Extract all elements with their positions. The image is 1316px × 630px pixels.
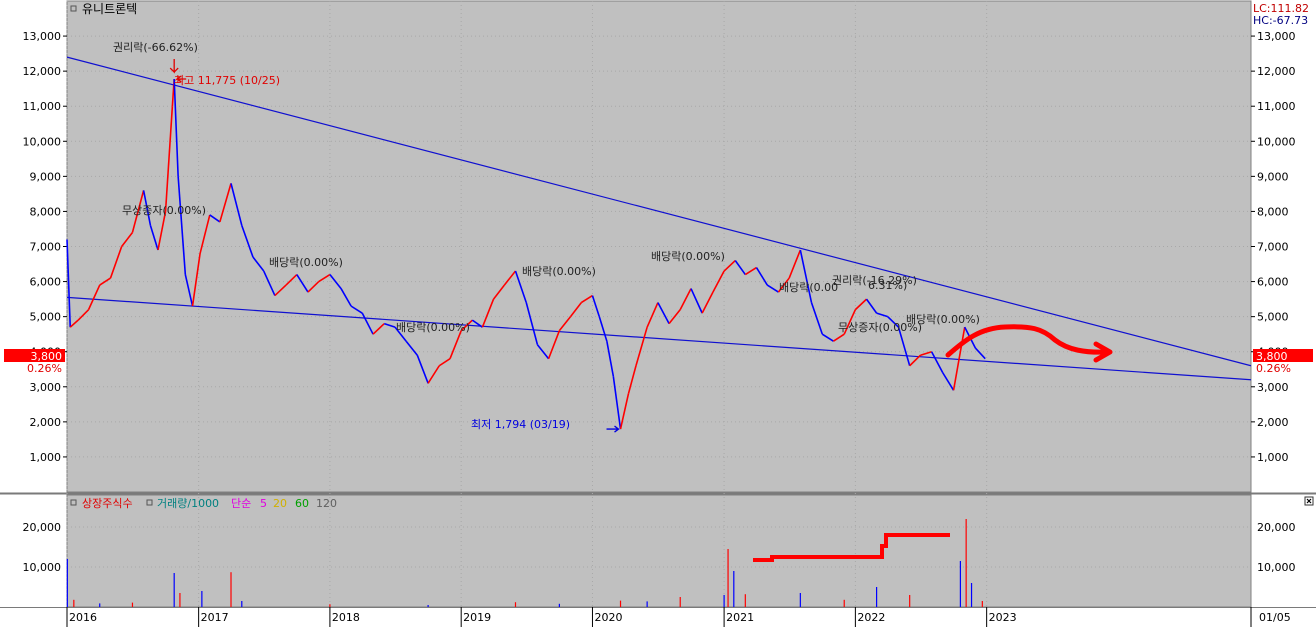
legend-ma20[interactable]: 20 — [273, 497, 287, 510]
x-tick-2016: 2016 — [69, 611, 97, 624]
y-tick-right-4: 5,000 — [1257, 311, 1289, 324]
x-tick-2022: 2022 — [857, 611, 885, 624]
y-tick-left-2: 3,000 — [30, 381, 62, 394]
legend-ma5[interactable]: 5 — [260, 497, 267, 510]
instrument-name: 유니트론텍 — [82, 2, 137, 16]
y-tick-left-1: 2,000 — [30, 416, 62, 429]
annotation-low: 최저 1,794 (03/19) — [471, 418, 570, 431]
y-tick-left-12: 13,000 — [23, 30, 62, 43]
x-tick-2021: 2021 — [726, 611, 754, 624]
annotation-dividend-2020: 배당락(0.00%) — [651, 250, 725, 263]
hc-label: HC:-67.73 — [1253, 14, 1308, 27]
volume-tick-left-1: 20,000 — [23, 521, 62, 534]
y-tick-left-6: 7,000 — [30, 241, 62, 254]
legend-ma60[interactable]: 60 — [295, 497, 309, 510]
annotation-dividend-2022: 배당락(0.00%) — [906, 313, 980, 326]
legend-listed-shares[interactable]: 상장주식수 — [82, 497, 133, 510]
y-tick-left-5: 6,000 — [30, 276, 62, 289]
y-tick-right-1: 2,000 — [1257, 416, 1289, 429]
volume-tick-right-0: 10,000 — [1257, 561, 1296, 574]
annotation-dividend-2019: 배당락(0.00%) — [522, 265, 596, 278]
annotation-high: 최고 11,775 (10/25) — [174, 74, 280, 87]
x-tick-2019: 2019 — [463, 611, 491, 624]
annotation-dividend-2021-partial: 배당락(0.00 — [779, 281, 838, 294]
y-tick-right-0: 1,000 — [1257, 451, 1289, 464]
x-tick-2023: 2023 — [989, 611, 1017, 624]
y-tick-left-0: 1,000 — [30, 451, 62, 464]
y-tick-left-8: 9,000 — [30, 170, 62, 183]
y-tick-right-6: 7,000 — [1257, 241, 1289, 254]
volume-panel[interactable] — [66, 494, 1252, 608]
y-tick-right-2: 3,000 — [1257, 381, 1289, 394]
legend-volume[interactable]: 거래량/1000 — [157, 497, 219, 510]
chart-canvas[interactable]: 1,0001,0002,0002,0003,0003,0004,0004,000… — [0, 0, 1316, 627]
annotation-dividend-2017: 배당락(0.00%) — [269, 256, 343, 269]
y-tick-right-8: 9,000 — [1257, 170, 1289, 183]
annotation-free-issue: 무상증자(0.00%) — [122, 204, 206, 217]
y-tick-right-11: 12,000 — [1257, 65, 1296, 78]
x-tick-2020: 2020 — [594, 611, 622, 624]
change-right: 0.26% — [1256, 362, 1291, 375]
change-left: 0.26% — [27, 362, 62, 375]
y-tick-right-9: 10,000 — [1257, 135, 1296, 148]
volume-tick-right-1: 20,000 — [1257, 521, 1296, 534]
legend-simple[interactable]: 단순 — [231, 497, 251, 510]
y-tick-right-10: 11,000 — [1257, 100, 1296, 113]
x-tick-2017: 2017 — [201, 611, 229, 624]
y-tick-right-5: 6,000 — [1257, 276, 1289, 289]
y-tick-right-12: 13,000 — [1257, 30, 1296, 43]
legend-ma120[interactable]: 120 — [316, 497, 337, 510]
stock-chart-window: 1,0001,0002,0002,0003,0003,0004,0004,000… — [0, 0, 1316, 627]
annotation-rights-ex-1: 권리락(-66.62%) — [113, 41, 198, 54]
date-axis-end-label: 01/05 — [1259, 611, 1291, 624]
annotation-dividend-2018: 배당락(0.00%) — [396, 321, 470, 334]
y-tick-left-11: 12,000 — [23, 65, 62, 78]
annotation-rights-partial: 6.31%) — [868, 279, 907, 292]
y-tick-left-7: 8,000 — [30, 205, 62, 218]
y-tick-left-10: 11,000 — [23, 100, 62, 113]
y-tick-left-4: 5,000 — [30, 311, 62, 324]
y-tick-left-9: 10,000 — [23, 135, 62, 148]
x-tick-2018: 2018 — [332, 611, 360, 624]
y-tick-right-7: 8,000 — [1257, 205, 1289, 218]
volume-tick-left-0: 10,000 — [23, 561, 62, 574]
